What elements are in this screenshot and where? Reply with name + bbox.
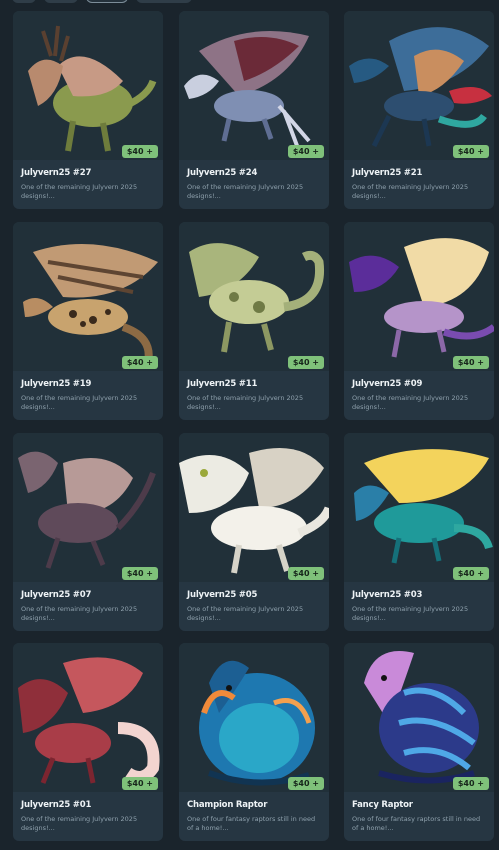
listing-card[interactable]: $40 + Julyvern25 #21 One of the remainin…	[344, 11, 494, 209]
listing-card[interactable]: $40 + Champion Raptor One of four fantas…	[179, 643, 329, 841]
listing-description: One of the remaining Julyvern 2025 desig…	[21, 183, 138, 201]
listing-description: One of the remaining Julyvern 2025 desig…	[21, 605, 138, 623]
listing-title[interactable]: Fancy Raptor	[352, 800, 413, 810]
listing-art[interactable]	[13, 222, 163, 371]
listing-title[interactable]: Julyvern25 #03	[352, 590, 422, 600]
listing-title[interactable]: Julyvern25 #05	[187, 590, 257, 600]
listing-art[interactable]	[344, 11, 494, 160]
listing-description: One of the remaining Julyvern 2025 desig…	[187, 394, 304, 412]
listing-description: One of four fantasy raptors still in nee…	[187, 815, 316, 833]
price-badge: $40 +	[121, 145, 158, 158]
filter-tab[interactable]	[44, 0, 78, 3]
listing-description: One of the remaining Julyvern 2025 desig…	[21, 394, 138, 412]
listing-description: One of the remaining Julyvern 2025 desig…	[352, 605, 469, 623]
listing-title[interactable]: Julyvern25 #11	[187, 379, 257, 389]
listing-title[interactable]: Julyvern25 #09	[352, 379, 422, 389]
price-badge: $40 +	[121, 777, 158, 790]
price-badge: $40 +	[452, 567, 489, 580]
listing-art[interactable]	[13, 433, 163, 582]
listing-card[interactable]: $40 + Julyvern25 #24 One of the remainin…	[179, 11, 329, 209]
listing-art[interactable]	[13, 11, 163, 160]
listing-card[interactable]: $40 + Julyvern25 #09 One of the remainin…	[344, 222, 494, 420]
listing-card[interactable]: $40 + Julyvern25 #07 One of the remainin…	[13, 433, 163, 631]
price-badge: $40 +	[121, 356, 158, 369]
listing-card[interactable]: $40 + Julyvern25 #11 One of the remainin…	[179, 222, 329, 420]
price-badge: $40 +	[287, 777, 324, 790]
listing-art[interactable]	[344, 222, 494, 371]
filter-tab[interactable]	[136, 0, 192, 3]
listing-title[interactable]: Champion Raptor	[187, 800, 267, 810]
listing-title[interactable]: Julyvern25 #01	[21, 800, 91, 810]
listing-description: One of four fantasy raptors still in nee…	[352, 815, 481, 833]
listing-title[interactable]: Julyvern25 #19	[21, 379, 91, 389]
listing-art[interactable]	[179, 433, 329, 582]
filter-tab[interactable]	[12, 0, 36, 3]
price-badge: $40 +	[121, 567, 158, 580]
listing-card[interactable]: $40 + Julyvern25 #05 One of the remainin…	[179, 433, 329, 631]
listing-description: One of the remaining Julyvern 2025 desig…	[352, 183, 469, 201]
listing-card[interactable]: $40 + Julyvern25 #03 One of the remainin…	[344, 433, 494, 631]
listing-description: One of the remaining Julyvern 2025 desig…	[352, 394, 469, 412]
price-badge: $40 +	[452, 777, 489, 790]
price-badge: $40 +	[452, 145, 489, 158]
listing-art[interactable]	[13, 643, 163, 792]
listing-art[interactable]	[179, 643, 329, 792]
listing-title[interactable]: Julyvern25 #24	[187, 168, 257, 178]
price-badge: $40 +	[452, 356, 489, 369]
listing-card[interactable]: $40 + Julyvern25 #01 One of the remainin…	[13, 643, 163, 841]
price-badge: $40 +	[287, 145, 324, 158]
filter-tabs	[12, 0, 192, 3]
listing-title[interactable]: Julyvern25 #27	[21, 168, 91, 178]
listing-art[interactable]	[179, 222, 329, 371]
listing-card[interactable]: $40 + Julyvern25 #19 One of the remainin…	[13, 222, 163, 420]
listing-card[interactable]: $40 + Julyvern25 #27 One of the remainin…	[13, 11, 163, 209]
listing-title[interactable]: Julyvern25 #21	[352, 168, 422, 178]
price-badge: $40 +	[287, 356, 324, 369]
listing-description: One of the remaining Julyvern 2025 desig…	[21, 815, 138, 833]
filter-tab-active[interactable]	[86, 0, 128, 3]
listing-art[interactable]	[344, 433, 494, 582]
listing-description: One of the remaining Julyvern 2025 desig…	[187, 183, 304, 201]
listing-card[interactable]: $40 + Fancy Raptor One of four fantasy r…	[344, 643, 494, 841]
price-badge: $40 +	[287, 567, 324, 580]
listing-title[interactable]: Julyvern25 #07	[21, 590, 91, 600]
listing-description: One of the remaining Julyvern 2025 desig…	[187, 605, 304, 623]
listing-art[interactable]	[179, 11, 329, 160]
listing-art[interactable]	[344, 643, 494, 792]
